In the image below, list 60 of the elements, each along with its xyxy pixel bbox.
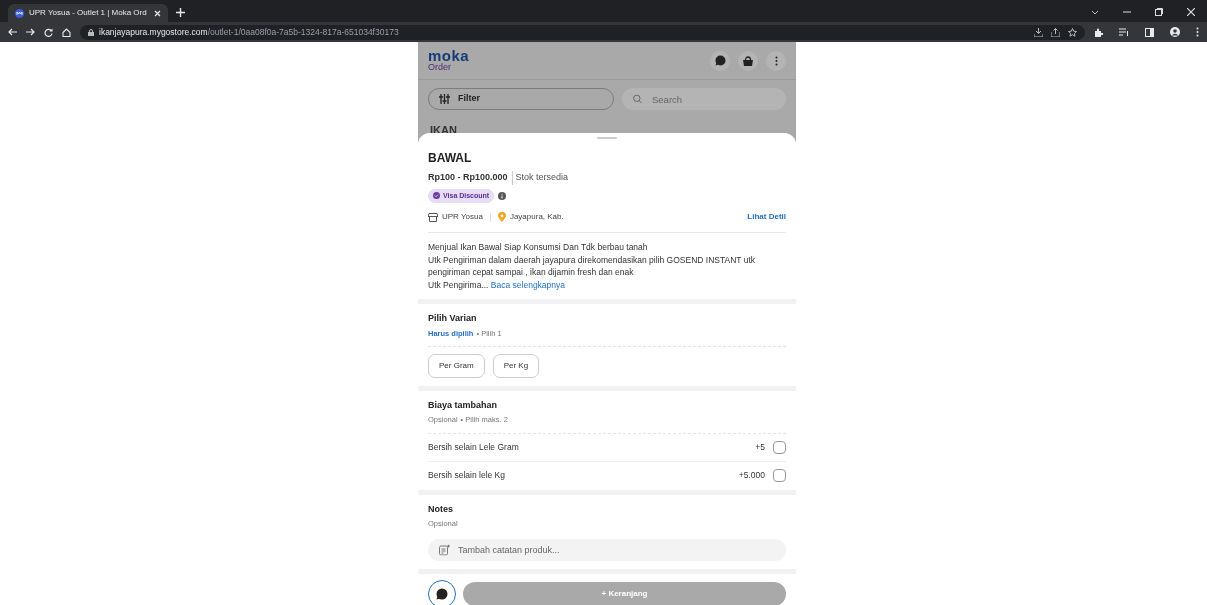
section-title: Pilih Varian [428,312,478,325]
more-icon [774,55,778,66]
playlist-icon[interactable] [1119,28,1129,36]
info-icon[interactable] [498,191,507,200]
checkbox[interactable] [773,440,786,454]
download-icon[interactable] [1034,27,1043,37]
home-icon[interactable] [62,27,71,37]
logo: moka [428,49,470,62]
product-name: BAWAL [428,150,473,167]
chevron-down-icon[interactable] [1091,9,1099,15]
search-field[interactable]: Search [622,88,786,110]
read-more-link[interactable]: Baca selengkapnya [490,279,566,290]
star-icon[interactable] [1068,27,1077,37]
chat-button[interactable] [428,580,456,605]
product-description: Menjual Ikan Bawal Siap Konsumsi Dan Tdk berbau tanah Utk Pengiriman dalam daerah jayapura direkomendasikan pilih GOSEND INSTANT utk pengiriman cepat sampai , ikan dijamin fresh dan enak Utk Pengirima... Baca selengkapnya [428,232,786,291]
section-title: Biaya tambahan [428,398,499,412]
check-icon [433,192,440,200]
chat-button[interactable] [710,50,730,71]
checkbox[interactable] [773,469,786,482]
addon-price: +5.000 [738,469,765,482]
store-location: Jayapura, Kab. [509,211,564,223]
reload-icon[interactable] [44,27,53,37]
detail-link[interactable]: Lihat Detil [747,211,786,223]
lock-icon [88,28,94,36]
variant-option[interactable]: Per Gram [428,353,485,378]
puzzle-icon[interactable] [1094,27,1103,37]
filter-icon [439,94,450,104]
search-icon [633,94,642,104]
more-icon[interactable] [1196,27,1199,37]
addon-name: Bersih selain lele Kg [428,469,505,482]
notes-field[interactable]: Tambah catatan produk... [428,539,786,562]
close-icon[interactable] [1187,8,1195,16]
store-name: UPR Yosua [442,211,483,223]
stock-status: Stok tersedia [511,171,569,185]
restore-icon[interactable] [1155,8,1163,16]
addon-price: +5 [755,440,765,454]
close-icon[interactable] [154,9,161,17]
chat-icon [714,55,726,66]
drag-handle[interactable] [597,137,617,139]
logo-subtitle: Order [428,62,452,72]
sidebar-icon[interactable] [1145,27,1154,37]
new-tab-icon[interactable] [176,8,185,17]
note-icon [439,544,450,556]
forward-icon[interactable] [26,28,35,36]
cart-button[interactable] [738,50,758,71]
store-icon [428,212,438,222]
section-title: Notes [428,502,454,516]
chat-icon [436,588,448,601]
browser-tab[interactable]: UPR Yosua - Outlet 1 | Moka Ord [8,4,168,22]
tab-title: UPR Yosua - Outlet 1 | Moka Ord [29,7,148,19]
location-pin-icon [497,212,506,222]
addon-name: Bersih selain Lele Gram [428,440,519,454]
add-to-cart-button: + Keranjang [463,582,786,605]
profile-icon[interactable] [1170,27,1180,37]
basket-icon [743,55,753,66]
back-icon[interactable] [8,28,17,36]
variant-option[interactable]: Per Kg [492,353,540,378]
product-price: Rp100 - Rp100.000 [428,171,508,184]
share-icon[interactable] [1051,27,1060,37]
site-icon [15,8,24,18]
